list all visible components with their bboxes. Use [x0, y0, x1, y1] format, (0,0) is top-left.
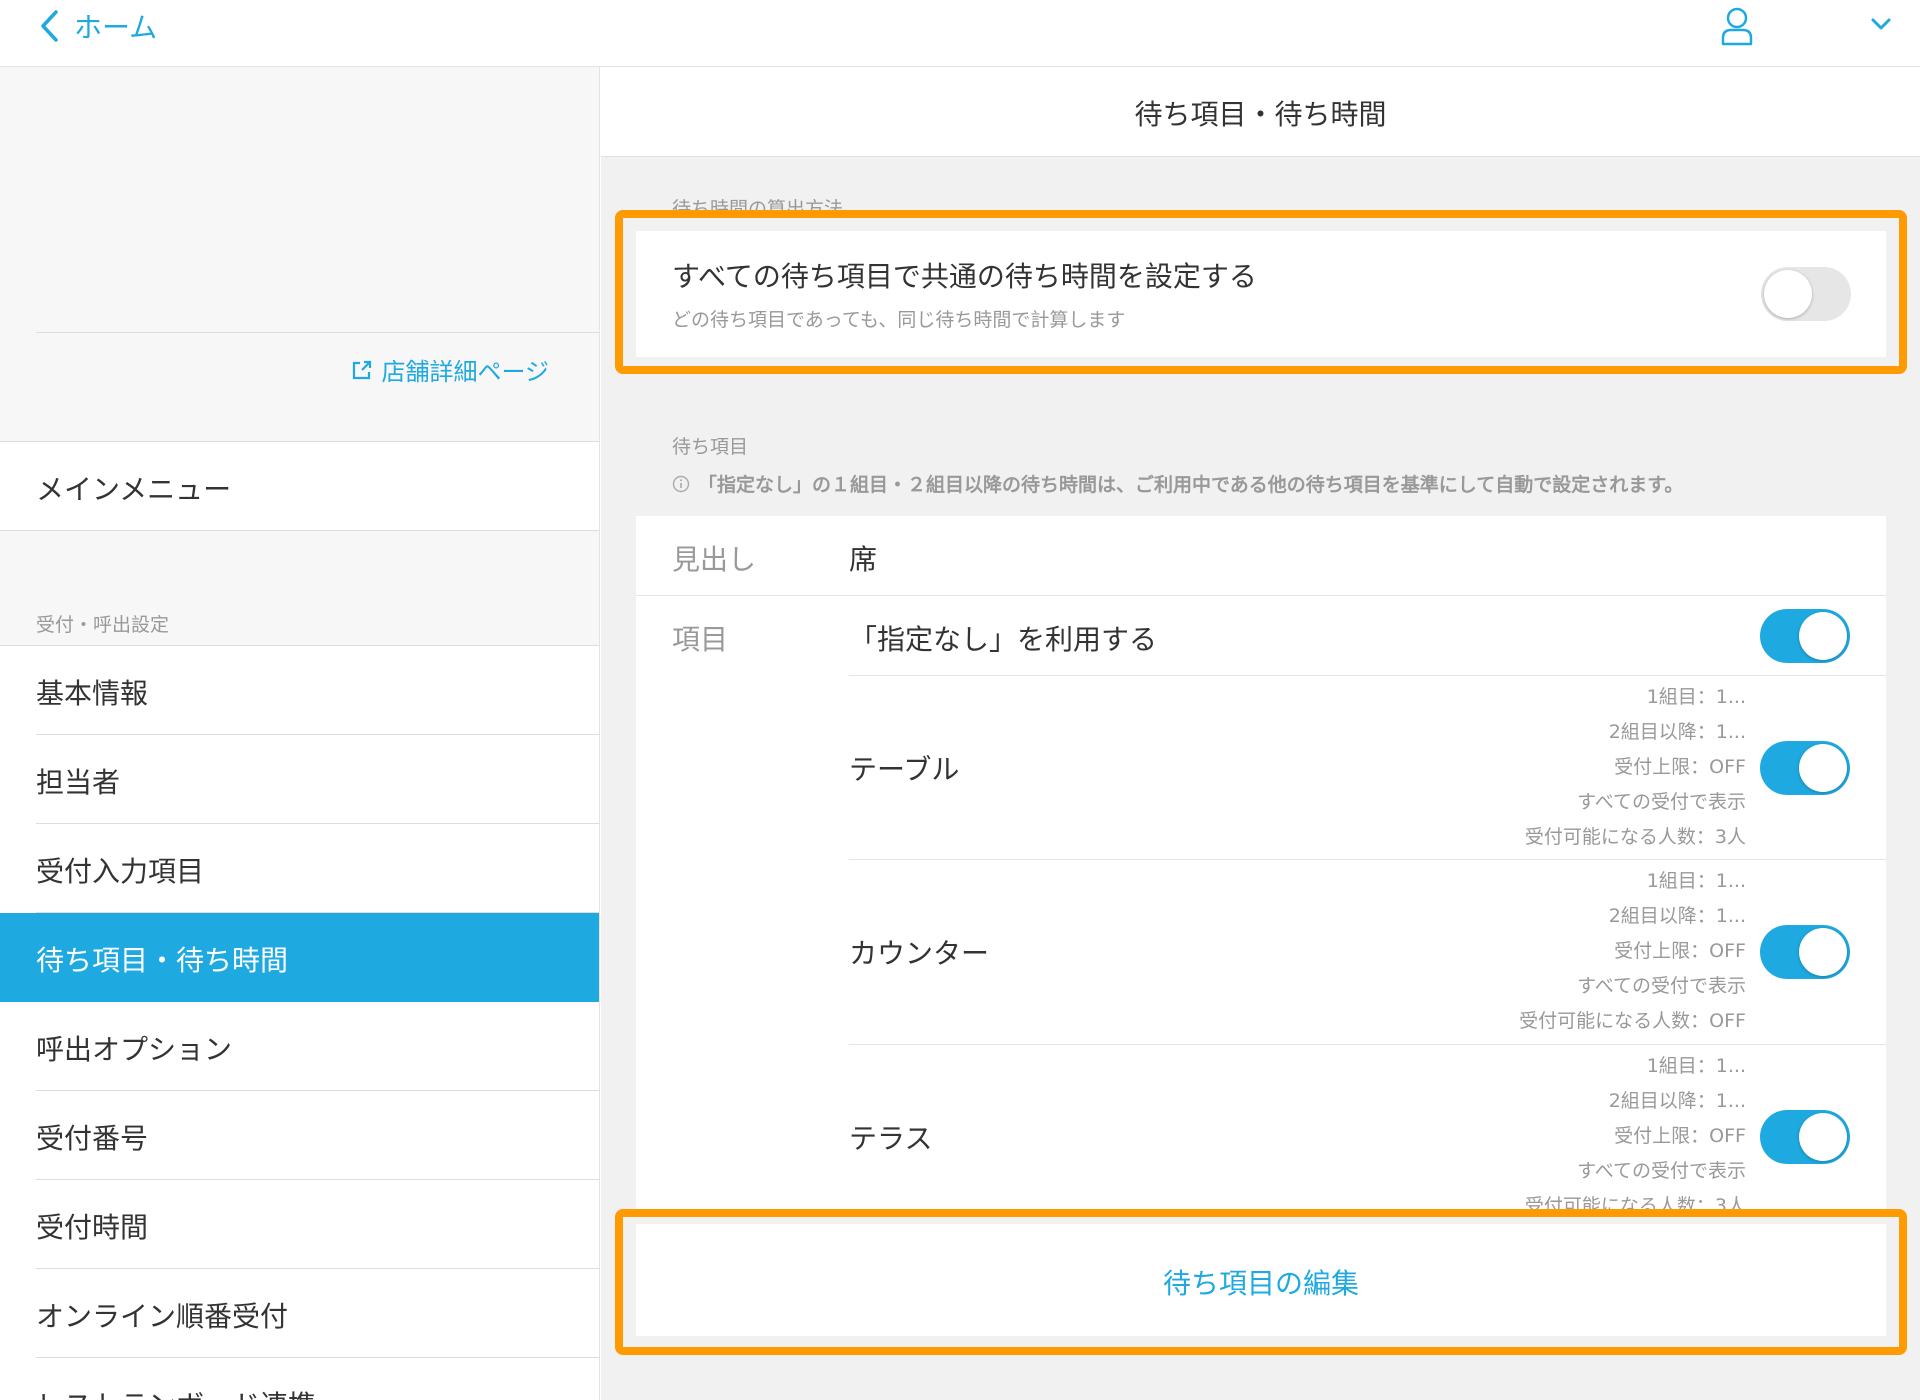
sidebar-item-label: 受付入力項目 — [36, 855, 205, 888]
info-note: 「指定なし」の１組目・２組目以降の待ち時間は、ご利用中である他の待ち項目を基準に… — [672, 470, 1683, 497]
unspecified-toggle[interactable] — [1760, 609, 1850, 663]
chevron-down-icon[interactable] — [1868, 14, 1894, 34]
sidebar-item-label: 基本情報 — [36, 677, 149, 710]
info-icon — [672, 475, 690, 492]
common-wait-time-toggle[interactable] — [1761, 267, 1851, 321]
sidebar-item-label: 受付時間 — [36, 1211, 149, 1244]
store-detail-link[interactable]: 店舗詳細ページ — [351, 352, 549, 387]
detail-second-group: 2組目以降：1... — [1608, 721, 1746, 743]
sidebar-item-label: 受付番号 — [36, 1122, 149, 1155]
toggle-knob — [1799, 928, 1847, 976]
toggle-knob — [1799, 744, 1847, 792]
unspecified-label: 「指定なし」を利用する — [849, 623, 1158, 656]
sidebar-item-reception-hours[interactable]: 受付時間 — [0, 1180, 599, 1269]
wait-item-toggle-table[interactable] — [1760, 741, 1850, 795]
item-label: 項目 — [672, 623, 729, 656]
detail-first-group: 1組目：1... — [1646, 1055, 1746, 1077]
detail-first-group: 1組目：1... — [1646, 870, 1746, 892]
back-button[interactable]: ホーム — [36, 6, 157, 46]
page-title: 待ち項目・待ち時間 — [1134, 98, 1387, 131]
main-menu-label: メインメニュー — [36, 473, 232, 506]
wait-item-details: 1組目：1... 2組目以降：1... 受付上限：OFF すべての受付で表示 受… — [1519, 864, 1746, 1039]
settings-menu: 基本情報 担当者 受付入力項目 待ち項目・待ち時間 呼出オプション 受付番号 受… — [0, 645, 599, 1400]
edit-wait-items-label: 待ち項目の編集 — [1162, 1267, 1359, 1300]
detail-first-group: 1組目：1... — [1646, 686, 1746, 708]
unspecified-row: 「指定なし」を利用する — [849, 596, 1886, 676]
heading-value: 席 — [849, 543, 878, 576]
info-text: 「指定なし」の１組目・２組目以降の待ち時間は、ご利用中である他の待ち項目を基準に… — [698, 474, 1684, 496]
sidebar-item-basic-info[interactable]: 基本情報 — [0, 646, 599, 735]
wait-item-details: 1組目：1... 2組目以降：1... 受付上限：OFF すべての受付で表示 受… — [1525, 680, 1746, 855]
store-info-area — [36, 67, 599, 333]
sidebar-item-staff[interactable]: 担当者 — [0, 735, 599, 824]
store-detail-label: 店舗詳細ページ — [381, 358, 549, 386]
wait-item-details: 1組目：1... 2組目以降：1... 受付上限：OFF すべての受付で表示 受… — [1525, 1049, 1746, 1211]
sidebar-item-label: 呼出オプション — [36, 1033, 233, 1066]
top-bar: ホーム — [0, 0, 1920, 67]
wait-item-name: テーブル — [849, 753, 960, 786]
wait-item-name: テラス — [849, 1122, 933, 1155]
common-wait-time-description: どの待ち項目であっても、同じ待ち時間で計算します — [672, 309, 1126, 331]
user-icon[interactable] — [1720, 6, 1754, 46]
detail-display: すべての受付で表示 — [1577, 791, 1746, 813]
calc-method-label: 待ち時間の算出方法 — [672, 198, 844, 220]
sidebar-item-restaurant-board[interactable]: レストランボード連携 — [0, 1358, 599, 1400]
detail-limit: 受付上限：OFF — [1614, 756, 1746, 778]
detail-second-group: 2組目以降：1... — [1608, 905, 1746, 927]
sidebar-item-reception-number[interactable]: 受付番号 — [0, 1091, 599, 1180]
wait-item-toggle-counter[interactable] — [1760, 925, 1850, 979]
wait-item-row-table: テーブル 1組目：1... 2組目以降：1... 受付上限：OFF すべての受付… — [849, 676, 1886, 860]
common-wait-time-card: すべての待ち項目で共通の待ち時間を設定する どの待ち項目であっても、同じ待ち時間… — [636, 231, 1886, 357]
detail-available-count: 受付可能になる人数：3人 — [1524, 1195, 1746, 1211]
wait-items-label: 待ち項目 — [672, 436, 749, 458]
sidebar-item-call-options[interactable]: 呼出オプション — [0, 1002, 599, 1091]
toggle-knob — [1799, 612, 1847, 660]
sidebar-item-label: レストランボード連携 — [36, 1384, 316, 1400]
common-wait-time-title: すべての待ち項目で共通の待ち時間を設定する — [672, 260, 1257, 293]
main-menu-item[interactable]: メインメニュー — [0, 441, 599, 531]
detail-available-count: 受付可能になる人数：OFF — [1519, 1010, 1746, 1032]
wait-items-card: 見出し 席 項目 「指定なし」を利用する テーブル 1組目：1... 2組目以降… — [636, 516, 1886, 1211]
wait-item-name: カウンター — [849, 937, 990, 970]
detail-second-group: 2組目以降：1... — [1608, 1090, 1746, 1112]
wait-item-row-counter: カウンター 1組目：1... 2組目以降：1... 受付上限：OFF すべての受… — [849, 860, 1886, 1045]
back-label: ホーム — [74, 11, 158, 44]
main-content: 待ち項目・待ち時間 待ち時間の算出方法 すべての待ち項目で共通の待ち時間を設定す… — [601, 67, 1920, 1400]
toggle-knob — [1764, 270, 1812, 318]
detail-limit: 受付上限：OFF — [1614, 1125, 1746, 1147]
sidebar-item-label: 担当者 — [36, 766, 121, 799]
toggle-knob — [1799, 1113, 1847, 1161]
detail-display: すべての受付で表示 — [1577, 1160, 1746, 1182]
sidebar-item-label: 待ち項目・待ち時間 — [36, 944, 289, 977]
external-link-icon — [353, 360, 372, 379]
detail-display: すべての受付で表示 — [1577, 975, 1746, 997]
sidebar-item-input-fields[interactable]: 受付入力項目 — [0, 824, 599, 913]
section-label: 受付・呼出設定 — [36, 614, 170, 636]
detail-limit: 受付上限：OFF — [1614, 940, 1746, 962]
heading-label: 見出し — [672, 543, 757, 576]
chevron-left-icon — [41, 10, 58, 42]
edit-wait-items-button[interactable]: 待ち項目の編集 — [636, 1224, 1886, 1336]
heading-row: 見出し 席 — [636, 516, 1886, 596]
sidebar-item-label: オンライン順番受付 — [36, 1300, 289, 1333]
sidebar-item-wait-items[interactable]: 待ち項目・待ち時間 — [0, 913, 599, 1002]
detail-available-count: 受付可能になる人数：3人 — [1524, 826, 1746, 848]
sidebar: 店舗詳細ページ メインメニュー 受付・呼出設定 基本情報 担当者 受付入力項目 … — [0, 67, 600, 1400]
wait-item-toggle-terrace[interactable] — [1760, 1110, 1850, 1164]
wait-item-row-terrace: テラス 1組目：1... 2組目以降：1... 受付上限：OFF すべての受付で… — [849, 1045, 1886, 1211]
page-header: 待ち項目・待ち時間 — [601, 67, 1920, 157]
sidebar-item-online-queue[interactable]: オンライン順番受付 — [0, 1269, 599, 1358]
